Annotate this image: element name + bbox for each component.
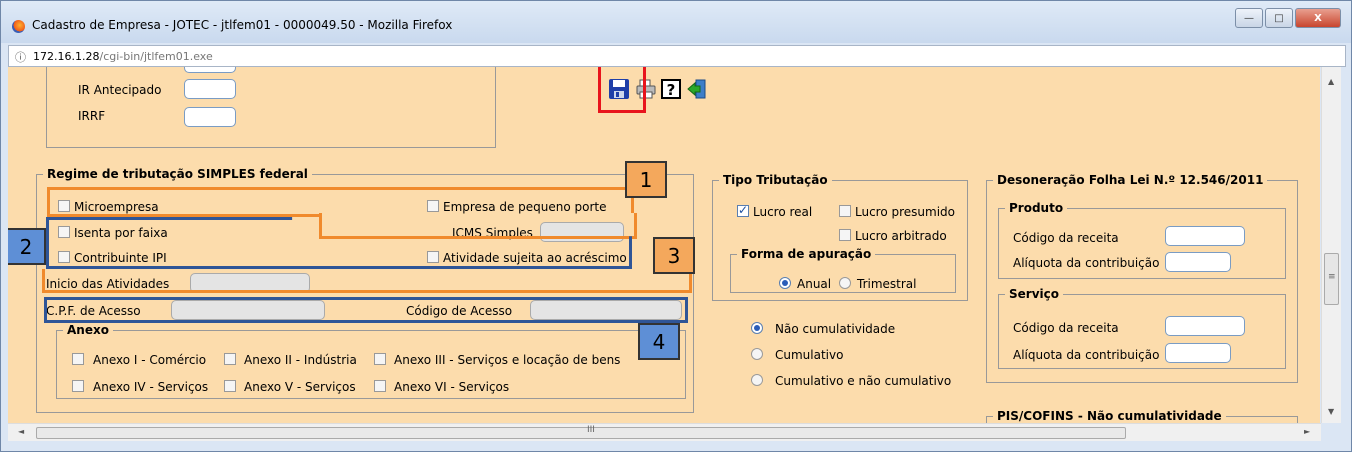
- pis-cofins-legend: PIS/COFINS - Não cumulatividade: [997, 409, 1222, 423]
- lucro-arbitrado-label: Lucro arbitrado: [855, 229, 947, 243]
- trimestral-radio[interactable]: [839, 277, 851, 289]
- produto-codigo-field[interactable]: [1165, 226, 1245, 246]
- cumulativo-nao-cumulativo-label: Cumulativo e não cumulativo: [775, 374, 952, 388]
- scroll-down-icon[interactable]: ▼: [1328, 407, 1334, 416]
- url-path: /cgi-bin/jtlfem01.exe: [99, 50, 213, 63]
- window-title: Cadastro de Empresa - JOTEC - jtlfem01 -…: [32, 18, 453, 32]
- servico-aliquota-label: Alíquota da contribuição: [1013, 348, 1160, 362]
- cumulativo-radio[interactable]: [751, 348, 763, 360]
- anexo-iv-checkbox[interactable]: [72, 380, 84, 392]
- servico-codigo-field[interactable]: [1165, 316, 1245, 336]
- servico-codigo-label: Código da receita: [1013, 321, 1119, 335]
- info-icon[interactable]: ⓘ: [15, 49, 26, 65]
- highlight-1-lower: [47, 213, 322, 217]
- desoneracao-legend: Desoneração Folha Lei N.º 12.546/2011: [997, 173, 1264, 187]
- page-content: IR Antecipado IRRF ? Regime de tributaçã…: [8, 67, 1320, 423]
- maximize-button[interactable]: □: [1265, 8, 1293, 28]
- servico-aliquota-field[interactable]: [1165, 343, 1231, 363]
- anexo-v-checkbox[interactable]: [224, 380, 236, 392]
- vertical-grip-icon: ≡: [1328, 272, 1336, 282]
- window-controls: — □ X: [1235, 8, 1341, 28]
- ir-antecipado-field[interactable]: [184, 79, 236, 99]
- horizontal-grip-icon: III: [587, 425, 595, 435]
- callout-1: 1: [625, 161, 667, 198]
- scroll-left-icon[interactable]: ◄: [18, 427, 24, 436]
- anexo-iii-checkbox[interactable]: [374, 353, 386, 365]
- lucro-presumido-checkbox[interactable]: [839, 205, 851, 217]
- anexo-ii-label: Anexo II - Indústria: [244, 353, 357, 367]
- lucro-presumido-label: Lucro presumido: [855, 205, 956, 219]
- help-icon[interactable]: ?: [660, 78, 682, 100]
- highlight-3: [42, 269, 692, 293]
- horizontal-scrollbar[interactable]: ◄ III ►: [8, 423, 1321, 441]
- anual-label: Anual: [797, 277, 832, 291]
- lucro-real-checkbox[interactable]: [737, 203, 749, 217]
- firefox-logo-icon: [12, 20, 25, 33]
- anexo-vi-label: Anexo VI - Serviços: [394, 380, 510, 394]
- minimize-button[interactable]: —: [1235, 8, 1263, 28]
- forma-apuracao-legend: Forma de apuração: [741, 247, 872, 261]
- trimestral-label: Trimestral: [857, 277, 917, 291]
- cumulativo-nao-cumulativo-radio[interactable]: [751, 374, 763, 386]
- lucro-real-label: Lucro real: [753, 205, 813, 219]
- irrf-field[interactable]: [184, 107, 236, 127]
- vertical-scrollbar[interactable]: ▲ ≡ ▼: [1321, 67, 1341, 423]
- callout-2: 2: [8, 228, 46, 265]
- anexo-v-label: Anexo V - Serviços: [244, 380, 356, 394]
- save-highlight: [598, 67, 646, 113]
- produto-codigo-label: Código da receita: [1013, 231, 1119, 245]
- highlight-4: [44, 297, 688, 323]
- lucro-arbitrado-checkbox[interactable]: [839, 229, 851, 241]
- close-button[interactable]: X: [1295, 8, 1341, 28]
- svg-text:?: ?: [667, 81, 676, 99]
- tipo-tributacao-legend: Tipo Tributação: [723, 173, 828, 187]
- url-host: 172.16.1.28: [33, 50, 100, 63]
- title-bar: Cadastro de Empresa - JOTEC - jtlfem01 -…: [1, 1, 1351, 43]
- ir-antecipado-label: IR Antecipado: [78, 83, 162, 97]
- produto-aliquota-label: Alíquota da contribuição: [1013, 256, 1160, 270]
- anexo-i-checkbox[interactable]: [72, 353, 84, 365]
- anexo-vi-checkbox[interactable]: [374, 380, 386, 392]
- callout-4: 4: [638, 323, 680, 360]
- nao-cumulatividade-radio[interactable]: [751, 322, 763, 334]
- ir-top-partial-field[interactable]: [184, 67, 236, 73]
- cumulativo-label: Cumulativo: [775, 348, 844, 362]
- horizontal-scroll-thumb[interactable]: III: [36, 425, 1126, 439]
- produto-legend: Produto: [1009, 201, 1064, 215]
- url-text[interactable]: 172.16.1.28/cgi-bin/jtlfem01.exe: [33, 50, 213, 63]
- anexo-iii-label: Anexo III - Serviços e locação de bens: [394, 353, 621, 367]
- anual-radio[interactable]: [779, 277, 791, 289]
- anexo-iv-label: Anexo IV - Serviços: [93, 380, 209, 394]
- highlight-1-lower-right: [319, 213, 637, 239]
- anexo-i-label: Anexo I - Comércio: [93, 353, 207, 367]
- address-bar[interactable]: ⓘ 172.16.1.28/cgi-bin/jtlfem01.exe: [8, 45, 1346, 67]
- scroll-up-icon[interactable]: ▲: [1328, 77, 1334, 86]
- simples-legend: Regime de tributação SIMPLES federal: [47, 167, 308, 181]
- irrf-label: IRRF: [78, 109, 106, 123]
- servico-legend: Serviço: [1009, 287, 1059, 301]
- highlight-1: [47, 187, 634, 213]
- callout-3: 3: [653, 237, 695, 274]
- nao-cumulatividade-label: Não cumulatividade: [775, 322, 896, 336]
- exit-icon[interactable]: [686, 78, 708, 100]
- anexo-legend: Anexo: [67, 323, 109, 337]
- pis-cofins-fieldset: PIS/COFINS - Não cumulatividade: [986, 409, 1298, 423]
- scroll-right-icon[interactable]: ►: [1304, 427, 1310, 436]
- produto-aliquota-field[interactable]: [1165, 252, 1231, 272]
- vertical-scroll-thumb[interactable]: ≡: [1324, 253, 1339, 305]
- anexo-ii-checkbox[interactable]: [224, 353, 236, 365]
- ir-box: [46, 67, 496, 148]
